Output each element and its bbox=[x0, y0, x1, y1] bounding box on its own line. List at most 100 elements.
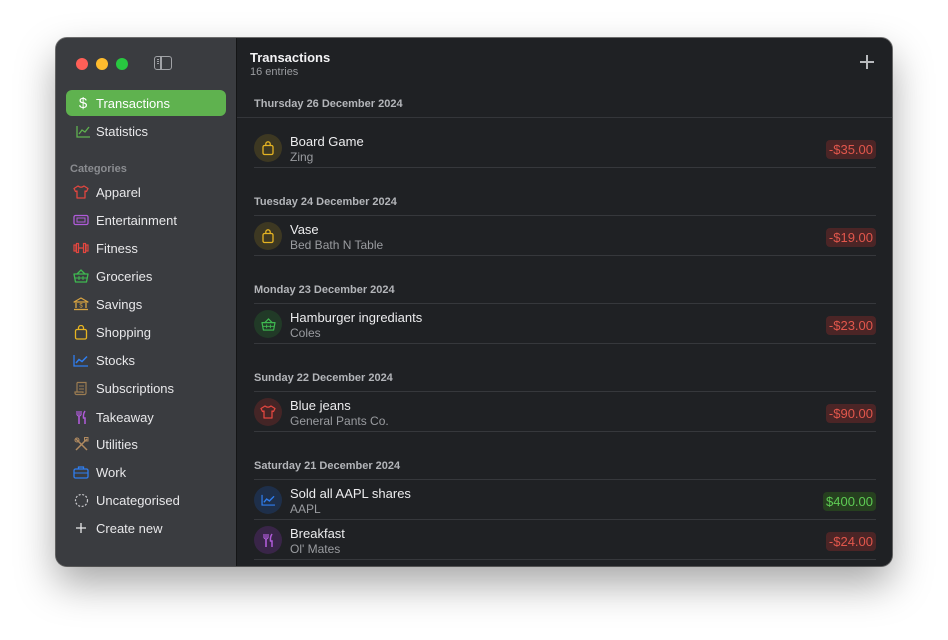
sidebar-toggle-icon[interactable] bbox=[154, 56, 172, 70]
app-window: $ Transactions Statistics Categories App… bbox=[56, 38, 892, 566]
minimize-window-button[interactable] bbox=[96, 58, 108, 70]
entries-count: 16 entries bbox=[250, 66, 299, 78]
scroll-icon bbox=[72, 379, 90, 397]
transaction-row[interactable]: Blue jeans General Pants Co. -$90.00 bbox=[254, 392, 876, 432]
sidebar-item-utilities[interactable]: Utilities bbox=[66, 432, 226, 456]
sidebar-item-label: Savings bbox=[96, 296, 143, 312]
sidebar-item-label: Subscriptions bbox=[96, 380, 175, 396]
transaction-name: Hamburger ingrediants bbox=[290, 310, 423, 325]
fork-knife-icon bbox=[254, 526, 282, 554]
dashed-circle-icon bbox=[72, 491, 90, 509]
transaction-row[interactable]: Vase Bed Bath N Table -$19.00 bbox=[254, 216, 876, 256]
date-header: Saturday 21 December 2024 bbox=[254, 460, 401, 472]
row-divider bbox=[254, 255, 876, 256]
transaction-row[interactable]: Sold all AAPL shares AAPL $400.00 bbox=[254, 480, 876, 520]
sidebar-item-label: Uncategorised bbox=[96, 492, 180, 508]
sidebar-item-label: Fitness bbox=[96, 240, 138, 256]
bag-icon bbox=[254, 222, 282, 250]
add-transaction-button[interactable] bbox=[860, 55, 874, 69]
date-header: Tuesday 24 December 2024 bbox=[254, 196, 397, 208]
sidebar-item-entertainment[interactable]: Entertainment bbox=[66, 208, 226, 232]
transactions-pane: Transactions 16 entries Thursday 26 Dece… bbox=[237, 38, 892, 566]
bank-icon: $ bbox=[72, 295, 90, 313]
fork-knife-icon bbox=[72, 408, 90, 426]
sidebar-item-transactions[interactable]: $ Transactions bbox=[66, 90, 226, 116]
transaction-row[interactable]: Breakfast Ol' Mates -$24.00 bbox=[254, 520, 876, 560]
dollar-icon: $ bbox=[74, 94, 92, 112]
stocks-chart-icon bbox=[254, 486, 282, 514]
tshirt-icon bbox=[254, 398, 282, 426]
basket-icon bbox=[254, 310, 282, 338]
row-divider bbox=[254, 559, 876, 560]
sidebar-item-fitness[interactable]: Fitness bbox=[66, 236, 226, 260]
transaction-merchant: Zing bbox=[290, 150, 314, 164]
row-divider bbox=[254, 343, 876, 344]
svg-text:$: $ bbox=[79, 304, 83, 310]
transaction-amount: $400.00 bbox=[823, 492, 876, 511]
row-divider bbox=[254, 167, 876, 168]
transaction-row[interactable]: Hamburger ingrediants Coles -$23.00 bbox=[254, 304, 876, 344]
tools-icon bbox=[72, 435, 90, 453]
transaction-amount: -$23.00 bbox=[825, 316, 876, 335]
sidebar-item-label: Transactions bbox=[96, 95, 170, 111]
bag-icon bbox=[254, 134, 282, 162]
window-controls bbox=[76, 58, 128, 70]
bag-icon bbox=[72, 323, 90, 341]
stocks-chart-icon bbox=[72, 351, 90, 369]
sidebar-item-label: Entertainment bbox=[96, 212, 177, 228]
sidebar-item-label: Shopping bbox=[96, 324, 151, 340]
sidebar-item-label: Apparel bbox=[96, 184, 141, 200]
sidebar-item-uncategorised[interactable]: Uncategorised bbox=[66, 488, 226, 512]
svg-text:$: $ bbox=[79, 95, 88, 111]
sidebar-item-groceries[interactable]: Groceries bbox=[66, 264, 226, 288]
transaction-merchant: General Pants Co. bbox=[290, 414, 389, 428]
sidebar-item-label: Create new bbox=[96, 520, 163, 536]
divider bbox=[237, 117, 892, 118]
sidebar-item-stocks[interactable]: Stocks bbox=[66, 348, 226, 372]
transaction-amount: -$90.00 bbox=[825, 404, 876, 423]
sidebar-item-work[interactable]: Work bbox=[66, 460, 226, 484]
sidebar: $ Transactions Statistics Categories App… bbox=[56, 38, 237, 566]
ticket-icon bbox=[72, 211, 90, 229]
plus-icon bbox=[72, 519, 90, 537]
date-header: Monday 23 December 2024 bbox=[254, 284, 395, 296]
categories-section-title: Categories bbox=[70, 163, 127, 175]
briefcase-icon bbox=[72, 463, 90, 481]
sidebar-item-savings[interactable]: $ Savings bbox=[66, 292, 226, 316]
basket-icon bbox=[72, 267, 90, 285]
sidebar-item-shopping[interactable]: Shopping bbox=[66, 320, 226, 344]
sidebar-item-subscriptions[interactable]: Subscriptions bbox=[66, 376, 226, 400]
transaction-name: Sold all AAPL shares bbox=[290, 486, 411, 501]
transaction-name: Breakfast bbox=[290, 526, 345, 541]
row-divider bbox=[254, 431, 876, 432]
close-window-button[interactable] bbox=[76, 58, 88, 70]
transaction-merchant: Ol' Mates bbox=[290, 542, 341, 556]
transaction-amount: -$19.00 bbox=[825, 228, 876, 247]
tshirt-icon bbox=[72, 183, 90, 201]
date-header: Sunday 22 December 2024 bbox=[254, 372, 393, 384]
transaction-amount: -$24.00 bbox=[825, 532, 876, 551]
sidebar-item-takeaway[interactable]: Takeaway bbox=[66, 405, 226, 429]
sidebar-item-label: Utilities bbox=[96, 436, 138, 452]
create-new-category-button[interactable]: Create new bbox=[66, 516, 226, 540]
page-title: Transactions bbox=[250, 50, 331, 65]
transaction-name: Board Game bbox=[290, 134, 364, 149]
transaction-merchant: Coles bbox=[290, 326, 321, 340]
sidebar-item-label: Groceries bbox=[96, 268, 153, 284]
transaction-merchant: Bed Bath N Table bbox=[290, 238, 384, 252]
transaction-merchant: AAPL bbox=[290, 502, 321, 516]
zoom-window-button[interactable] bbox=[116, 58, 128, 70]
sidebar-item-label: Takeaway bbox=[96, 409, 154, 425]
sidebar-item-apparel[interactable]: Apparel bbox=[66, 180, 226, 204]
dumbbell-icon bbox=[72, 239, 90, 257]
sidebar-item-label: Work bbox=[96, 464, 127, 480]
sidebar-item-label: Stocks bbox=[96, 352, 136, 368]
sidebar-item-label: Statistics bbox=[96, 123, 149, 139]
transaction-name: Vase bbox=[290, 222, 319, 237]
date-header: Thursday 26 December 2024 bbox=[254, 98, 403, 110]
transaction-row[interactable]: Board Game Zing -$35.00 bbox=[254, 128, 876, 168]
transaction-name: Blue jeans bbox=[290, 398, 351, 413]
sidebar-item-statistics[interactable]: Statistics bbox=[66, 118, 226, 144]
transaction-amount: -$35.00 bbox=[825, 140, 876, 159]
chart-icon bbox=[74, 122, 92, 140]
